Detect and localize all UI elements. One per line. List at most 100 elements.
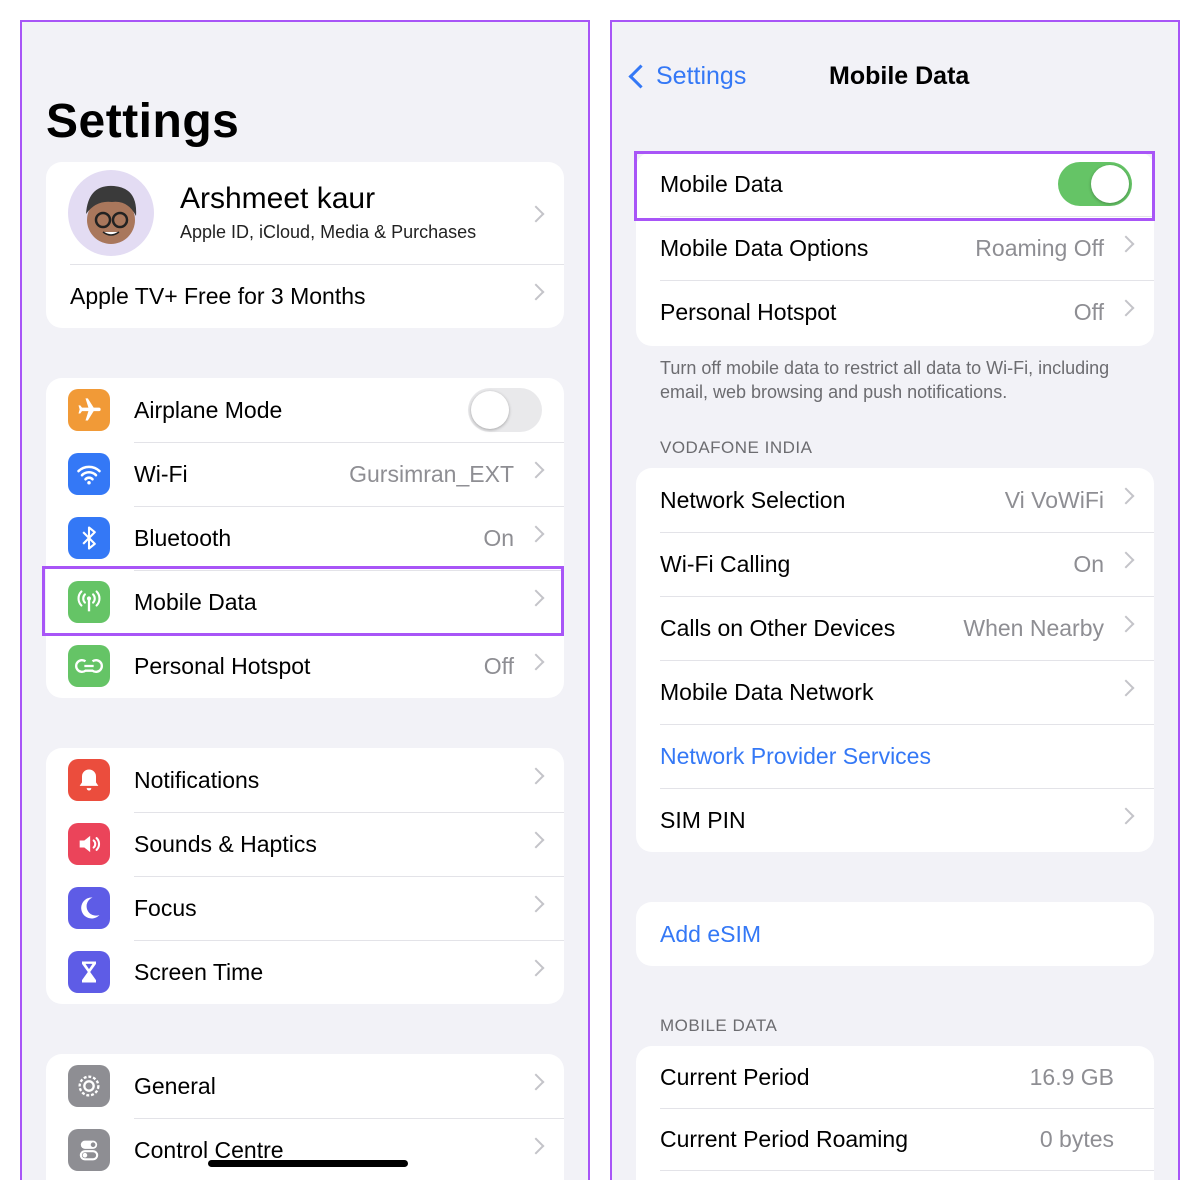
- row-value: Off: [483, 653, 514, 679]
- row-label: Current Period Roaming: [660, 1126, 909, 1152]
- bell-icon: [68, 759, 110, 801]
- hotspot-icon: [68, 645, 110, 687]
- network-provider-services-link[interactable]: Network Provider Services: [660, 724, 931, 788]
- gear-icon: [68, 1065, 110, 1107]
- control-centre-row[interactable]: Control Centre: [46, 1118, 564, 1180]
- screen-time-row[interactable]: Screen Time: [46, 940, 564, 1004]
- row-value: Vi VoWiFi: [1004, 487, 1104, 513]
- airplane-mode-row: Airplane Mode: [46, 378, 564, 442]
- row-label: Screen Time: [134, 959, 264, 985]
- mobile-data-network-row[interactable]: Mobile Data Network: [636, 660, 1154, 724]
- network-provider-services-row[interactable]: Network Provider Services: [636, 724, 1154, 788]
- speaker-icon: [68, 823, 110, 865]
- chevron-right-icon: [527, 767, 545, 785]
- usage-section-header: MOBILE DATA: [660, 1016, 778, 1035]
- row-label: SIM PIN: [660, 807, 746, 833]
- chevron-right-icon: [527, 831, 545, 849]
- network-selection-row[interactable]: Network Selection Vi VoWiFi: [636, 468, 1154, 532]
- promo-label: Apple TV+ Free for 3 Months: [70, 283, 366, 309]
- sim-pin-row[interactable]: SIM PIN: [636, 788, 1154, 852]
- profile-subtitle: Apple ID, iCloud, Media & Purchases: [180, 222, 477, 242]
- mobile-data-toggle-highlight: [634, 151, 1155, 221]
- row-value: Gursimran_EXT: [349, 461, 514, 487]
- profile-card: Arshmeet kaur Apple ID, iCloud, Media & …: [46, 162, 564, 328]
- home-indicator: [208, 1160, 408, 1167]
- general-row[interactable]: General: [46, 1054, 564, 1118]
- hourglass-icon: [68, 951, 110, 993]
- apple-tv-promo-row[interactable]: Apple TV+ Free for 3 Months: [46, 264, 564, 328]
- page-title: Mobile Data: [829, 62, 970, 90]
- mobile-data-panel: Settings Mobile Data Mobile Data Mobile …: [610, 20, 1180, 1180]
- row-label: Wi-Fi: [134, 461, 188, 487]
- current-period-row: Current Period 16.9 GB: [636, 1046, 1154, 1108]
- wifi-icon: [68, 453, 110, 495]
- chevron-right-icon: [527, 653, 545, 671]
- wifi-calling-row[interactable]: Wi-Fi Calling On: [636, 532, 1154, 596]
- row-label: Personal Hotspot: [134, 653, 311, 679]
- chevron-right-icon: [1117, 551, 1135, 569]
- chevron-right-icon: [527, 895, 545, 913]
- row-label: Personal Hotspot: [660, 299, 837, 325]
- esim-group: Add eSIM: [636, 902, 1154, 966]
- carrier-section-header: VODAFONE INDIA: [660, 438, 813, 457]
- avatar: [68, 170, 154, 256]
- chevron-right-icon: [527, 283, 545, 301]
- row-label: Focus: [134, 895, 197, 921]
- back-button[interactable]: Settings: [656, 62, 746, 91]
- row-value: When Nearby: [963, 615, 1104, 641]
- chevron-right-icon: [527, 1073, 545, 1091]
- chevron-right-icon: [1117, 679, 1135, 697]
- wifi-row[interactable]: Wi-Fi Gursimran_EXT: [46, 442, 564, 506]
- row-value: On: [483, 525, 514, 551]
- row-label: General: [134, 1073, 216, 1099]
- add-esim-button[interactable]: Add eSIM: [660, 902, 761, 966]
- row-label: Sounds & Haptics: [134, 831, 317, 857]
- row-label: Calls on Other Devices: [660, 615, 896, 641]
- bluetooth-row[interactable]: Bluetooth On: [46, 506, 564, 570]
- row-label: Control Centre: [134, 1137, 284, 1163]
- calls-other-devices-row[interactable]: Calls on Other Devices When Nearby: [636, 596, 1154, 660]
- chevron-right-icon: [1117, 235, 1135, 253]
- airplane-mode-toggle[interactable]: [468, 388, 542, 432]
- sounds-haptics-row[interactable]: Sounds & Haptics: [46, 812, 564, 876]
- row-label: Mobile Data Network: [660, 679, 874, 705]
- chevron-right-icon: [1117, 807, 1135, 825]
- airplane-icon: [68, 389, 110, 431]
- divider: [660, 1170, 1154, 1171]
- personal-hotspot-row[interactable]: Personal Hotspot Off: [636, 280, 1154, 344]
- chevron-right-icon: [1117, 487, 1135, 505]
- row-label: Notifications: [134, 767, 260, 793]
- row-value: 16.9 GB: [1029, 1064, 1114, 1090]
- bluetooth-icon: [68, 517, 110, 559]
- row-value: Roaming Off: [975, 235, 1104, 261]
- mobile-data-options-row[interactable]: Mobile Data Options Roaming Off: [636, 216, 1154, 280]
- row-value: 0 bytes: [1039, 1126, 1114, 1152]
- settings-panel: Settings Arshmeet kaur Apple ID, iCloud,…: [20, 20, 590, 1180]
- row-label: Bluetooth: [134, 525, 232, 551]
- current-period-roaming-row: Current Period Roaming 0 bytes: [636, 1108, 1154, 1170]
- row-value: On: [1073, 551, 1104, 577]
- page-title: Settings: [46, 95, 240, 148]
- mobile-data-footnote: Turn off mobile data to restrict all dat…: [660, 358, 1110, 402]
- row-label: Airplane Mode: [134, 397, 283, 423]
- chevron-right-icon: [1117, 615, 1135, 633]
- chevron-right-icon: [1117, 299, 1135, 317]
- chevron-right-icon: [527, 1137, 545, 1155]
- row-value: Off: [1073, 299, 1104, 325]
- moon-icon: [68, 887, 110, 929]
- notifications-group: Notifications Sounds & Haptics Focus Scr…: [46, 748, 564, 1004]
- chevron-right-icon: [527, 461, 545, 479]
- row-label: Current Period: [660, 1064, 810, 1090]
- carrier-group: Network Selection Vi VoWiFi Wi-Fi Callin…: [636, 468, 1154, 852]
- connectivity-group: Airplane Mode Wi-Fi Gursimran_EXT Blueto…: [46, 378, 564, 698]
- row-label: Wi-Fi Calling: [660, 551, 791, 577]
- apple-id-row[interactable]: Arshmeet kaur Apple ID, iCloud, Media & …: [46, 162, 564, 264]
- focus-row[interactable]: Focus: [46, 876, 564, 940]
- mobile-data-highlight: [42, 566, 564, 636]
- switches-icon: [68, 1129, 110, 1171]
- personal-hotspot-row[interactable]: Personal Hotspot Off: [46, 634, 564, 698]
- add-esim-row[interactable]: Add eSIM: [636, 902, 1154, 966]
- notifications-row[interactable]: Notifications: [46, 748, 564, 812]
- chevron-right-icon: [527, 959, 545, 977]
- chevron-left-icon[interactable]: [628, 64, 653, 89]
